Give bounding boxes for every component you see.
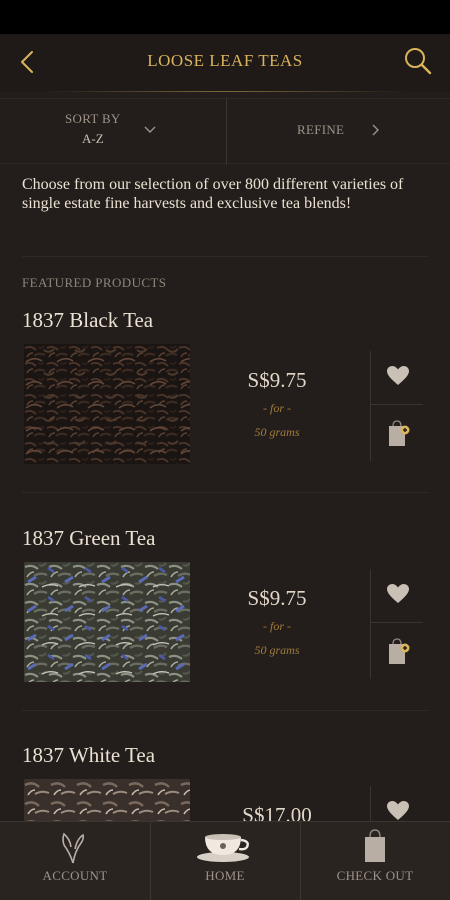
black-tea-leaves-image <box>24 344 190 464</box>
heart-icon <box>387 366 409 385</box>
product-divider <box>22 492 428 493</box>
product-name[interactable]: 1837 White Tea <box>22 743 155 768</box>
refine-label: REFINE <box>297 122 345 137</box>
tea-leaf-icon <box>62 832 85 864</box>
product-actions <box>370 351 423 461</box>
bottom-navigation: ACCOUNT HOME CHECK OUT <box>0 821 450 900</box>
price-for-text: - for - <box>263 619 291 633</box>
product-image[interactable] <box>24 562 190 682</box>
nav-account[interactable]: ACCOUNT <box>0 822 150 900</box>
favorite-button[interactable] <box>371 351 423 405</box>
product-name[interactable]: 1837 Green Tea <box>22 526 155 551</box>
product-price: S$9.75 <box>247 368 307 392</box>
featured-products-heading: FEATURED PRODUCTS <box>22 275 167 290</box>
filter-bar: SORT BY A-Z REFINE <box>0 98 450 165</box>
add-to-bag-button[interactable] <box>371 624 423 678</box>
product-image[interactable] <box>24 344 190 464</box>
refine-button[interactable]: REFINE <box>227 99 450 165</box>
section-divider <box>22 256 428 257</box>
shopping-bag-add-icon <box>389 638 410 664</box>
app-screen: LOOSE LEAF TEAS SORT BY A-Z REFINE Choos… <box>0 34 450 900</box>
price-for-text: - for - <box>263 401 291 415</box>
add-to-bag-button[interactable] <box>371 406 423 460</box>
nav-checkout-label: CHECK OUT <box>336 868 414 883</box>
heart-icon <box>387 801 409 820</box>
product-quantity: 50 grams <box>254 425 300 439</box>
teacup-icon <box>197 834 249 862</box>
chevron-down-icon <box>144 126 156 133</box>
status-bar <box>0 0 450 34</box>
product-divider <box>22 710 428 711</box>
nav-home[interactable]: HOME <box>150 822 300 900</box>
nav-home-label: HOME <box>205 868 245 883</box>
favorite-button[interactable] <box>371 569 423 623</box>
green-tea-leaves-image <box>24 562 190 682</box>
page-title: LOOSE LEAF TEAS <box>147 51 303 70</box>
nav-account-label: ACCOUNT <box>42 868 108 883</box>
shopping-bag-add-icon <box>389 420 410 446</box>
search-button[interactable] <box>402 45 434 77</box>
heart-icon <box>387 584 409 603</box>
sort-by-button[interactable]: SORT BY A-Z <box>0 99 226 165</box>
search-icon <box>405 48 432 75</box>
product-price: S$9.75 <box>247 586 307 610</box>
product-actions <box>370 569 423 679</box>
sort-by-value: A-Z <box>82 131 104 146</box>
shopping-bag-icon <box>365 829 385 862</box>
top-header: LOOSE LEAF TEAS <box>0 34 450 92</box>
chevron-right-icon <box>372 124 379 136</box>
nav-checkout[interactable]: CHECK OUT <box>300 822 450 900</box>
intro-text: Choose from our selection of over 800 di… <box>22 176 404 212</box>
header-divider <box>40 91 410 92</box>
sort-by-label: SORT BY <box>65 111 121 126</box>
product-quantity: 50 grams <box>254 643 300 657</box>
product-name[interactable]: 1837 Black Tea <box>22 308 153 333</box>
